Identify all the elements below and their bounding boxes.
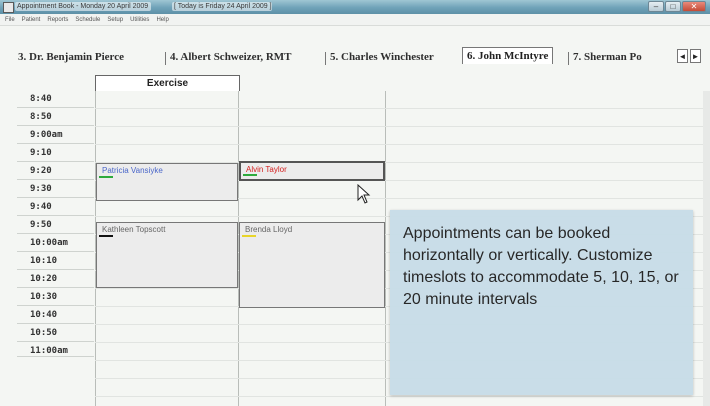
appointment-status-stripe [99, 235, 113, 237]
app-icon [3, 2, 14, 13]
appointment-block-selected[interactable]: Alvin Taylor [239, 161, 385, 181]
timeslot-label[interactable]: 10:00am [17, 235, 94, 252]
timeslot-label[interactable]: 10:10 [17, 253, 94, 270]
feature-callout-text: Appointments can be booked horizontally … [403, 225, 679, 308]
tab-scroll-right-icon[interactable]: ► [690, 49, 701, 63]
tab-scroll-left-icon[interactable]: ◄ [677, 49, 688, 63]
timeslot-label[interactable]: 10:20 [17, 271, 94, 288]
timeslot-label[interactable]: 9:30 [17, 181, 94, 198]
practitioner-tabs: 3. Dr. Benjamin Pierce 4. Albert Schweiz… [0, 44, 710, 66]
tab-sherman-po[interactable]: 7. Sherman Po [573, 51, 676, 63]
tab-separator [568, 52, 569, 65]
window-title: Appointment Book - Monday 20 April 2009 [15, 2, 151, 11]
menu-file[interactable]: File [5, 14, 15, 25]
appointment-block[interactable]: Brenda Lloyd [239, 222, 385, 308]
timeslot-label[interactable]: 9:10 [17, 145, 94, 162]
tab-charles-winchester[interactable]: 5. Charles Winchester [330, 51, 434, 63]
menu-utilities[interactable]: Utilities [130, 14, 149, 25]
menu-patient[interactable]: Patient [22, 14, 41, 25]
column-header-exercise: Exercise [95, 75, 240, 91]
minimize-button[interactable]: – [648, 1, 664, 12]
menu-setup[interactable]: Setup [107, 14, 123, 25]
grid-row-line [95, 108, 710, 109]
grid-row-line [95, 144, 710, 145]
tab-albert-schweizer[interactable]: 4. Albert Schweizer, RMT [170, 51, 292, 63]
appointment-patient-name: Alvin Taylor [246, 165, 287, 174]
tab-benjamin-pierce[interactable]: 3. Dr. Benjamin Pierce [18, 51, 124, 63]
tab-john-mcintyre[interactable]: 6. John McIntyre [462, 47, 554, 64]
timeslot-label[interactable]: 8:40 [17, 91, 94, 108]
close-button[interactable]: ✕ [682, 1, 706, 12]
window-controls: – □ ✕ [648, 1, 706, 12]
timeslot-label[interactable]: 9:20 [17, 163, 94, 180]
appointment-status-stripe [243, 174, 257, 176]
vertical-scrollbar[interactable] [703, 91, 710, 406]
timeslot-label[interactable]: 9:40 [17, 199, 94, 216]
appointment-book-window: Appointment Book - Monday 20 April 2009 … [0, 0, 710, 406]
timeslot-label[interactable]: 10:30 [17, 289, 94, 306]
grid-row-line [95, 126, 710, 127]
title-bar: Appointment Book - Monday 20 April 2009 … [0, 0, 710, 14]
menu-help[interactable]: Help [156, 14, 168, 25]
mouse-pointer-icon [357, 184, 371, 204]
appointment-patient-name: Patricia Vansiyke [102, 166, 163, 175]
menu-schedule[interactable]: Schedule [75, 14, 100, 25]
timeslot-label[interactable]: 10:50 [17, 325, 94, 342]
menu-bar: File Patient Reports Schedule Setup Util… [0, 14, 710, 26]
today-label: [ Today is Friday 24 April 2009 ] [172, 2, 272, 11]
timeslot-label[interactable]: 8:50 [17, 109, 94, 126]
menu-reports[interactable]: Reports [47, 14, 68, 25]
appointment-status-stripe [242, 235, 256, 237]
timeslot-label[interactable]: 9:00am [17, 127, 94, 144]
tab-separator [325, 52, 326, 65]
maximize-button[interactable]: □ [665, 1, 681, 12]
feature-callout: Appointments can be booked horizontally … [390, 210, 693, 395]
appointment-status-stripe [99, 176, 113, 178]
timeslot-label[interactable]: 10:40 [17, 307, 94, 324]
timeslot-label[interactable]: 9:50 [17, 217, 94, 234]
appointment-block[interactable]: Kathleen Topscott [96, 222, 238, 288]
appointment-patient-name: Kathleen Topscott [102, 225, 166, 234]
appointment-patient-name: Brenda Lloyd [245, 225, 293, 234]
tab-separator [165, 52, 166, 65]
grid-row-line [95, 396, 710, 397]
appointment-block[interactable]: Patricia Vansiyke [96, 163, 238, 201]
grid-column-divider [385, 91, 386, 406]
timeslot-label[interactable]: 11:00am [17, 343, 94, 357]
